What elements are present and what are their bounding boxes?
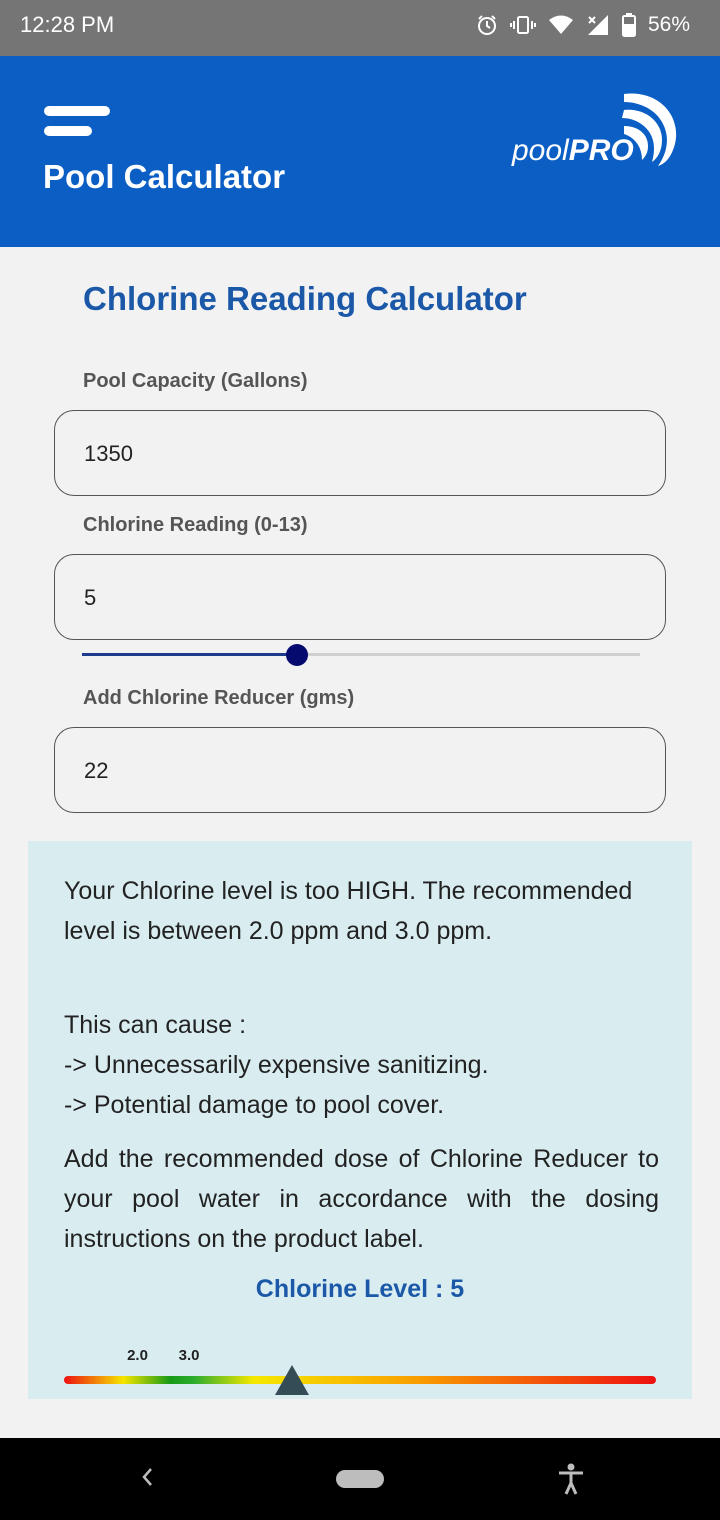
brand-logo-text-pro: PRO bbox=[568, 134, 634, 167]
app-title: Pool Calculator bbox=[43, 158, 286, 195]
calculator-title: Chlorine Reading Calculator bbox=[83, 280, 527, 317]
cause-item: -> Unnecessarily expensive sanitizing. bbox=[64, 1051, 489, 1079]
brand-logo: poolPRO bbox=[512, 88, 682, 178]
brand-logo-text: poolPRO bbox=[512, 134, 634, 168]
reducer-value: 22 bbox=[84, 758, 109, 783]
status-icons: 56% bbox=[476, 10, 690, 40]
home-pill[interactable] bbox=[336, 1470, 384, 1488]
back-icon[interactable] bbox=[136, 1462, 158, 1492]
chlorine-reading-input[interactable]: 5 bbox=[54, 554, 666, 640]
vibrate-icon bbox=[509, 16, 536, 34]
range-high-label: 3.0 bbox=[178, 1347, 200, 1364]
pool-capacity-label: Pool Capacity (Gallons) bbox=[83, 370, 308, 392]
pool-capacity-value: 1350 bbox=[84, 441, 133, 466]
battery-icon bbox=[621, 13, 636, 37]
chlorine-level-gauge bbox=[64, 1376, 656, 1384]
range-low-label: 2.0 bbox=[127, 1347, 148, 1364]
menu-icon[interactable] bbox=[42, 104, 112, 140]
reducer-input[interactable]: 22 bbox=[54, 727, 666, 813]
nav-bar bbox=[0, 1438, 720, 1520]
chlorine-reading-label: Chlorine Reading (0-13) bbox=[83, 514, 308, 536]
accessibility-icon[interactable] bbox=[556, 1462, 586, 1496]
pool-capacity-input[interactable]: 1350 bbox=[54, 410, 666, 496]
slider-fill bbox=[82, 653, 297, 656]
causes-heading: This can cause : bbox=[64, 1011, 247, 1039]
level-marker-icon bbox=[274, 1365, 309, 1395]
battery-percent: 56% bbox=[647, 13, 690, 36]
chlorine-reading-value: 5 bbox=[84, 585, 97, 610]
app-bar: Pool Calculator poolPRO bbox=[0, 56, 720, 247]
result-message: Your Chlorine level is too HIGH. The rec… bbox=[64, 877, 633, 945]
wifi-icon bbox=[548, 15, 573, 34]
status-bar: 12:28 PM 56% bbox=[0, 0, 720, 56]
signal-icon bbox=[587, 15, 608, 35]
reducer-label: Add Chlorine Reducer (gms) bbox=[83, 687, 355, 709]
result-advice: Add the recommended dose of Chlorine Red… bbox=[64, 1145, 659, 1253]
result-panel: Your Chlorine level is too HIGH. The rec… bbox=[28, 841, 692, 1399]
chlorine-reading-slider[interactable] bbox=[82, 640, 640, 670]
status-time: 12:28 PM bbox=[20, 12, 115, 37]
brand-logo-text-pool: pool bbox=[512, 134, 569, 167]
alarm-icon bbox=[477, 15, 496, 35]
slider-thumb[interactable] bbox=[285, 644, 308, 666]
cause-item: -> Potential damage to pool cover. bbox=[64, 1091, 445, 1119]
chlorine-level-label: Chlorine Level : 5 bbox=[255, 1275, 465, 1303]
